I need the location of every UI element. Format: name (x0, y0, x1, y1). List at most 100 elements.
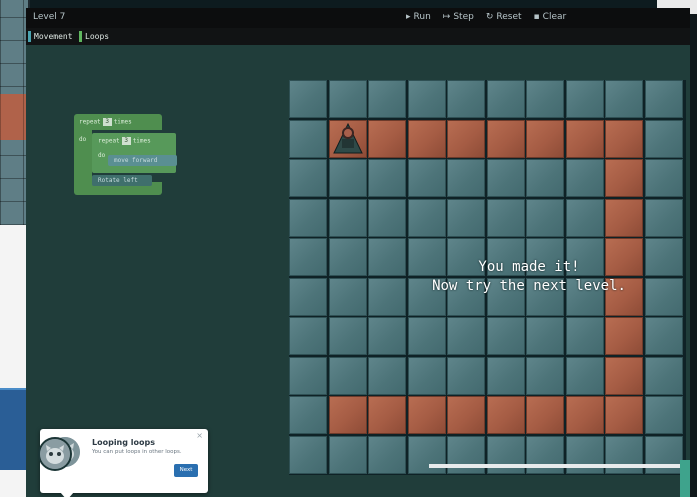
run-button[interactable]: ▸ Run (406, 12, 431, 22)
title-bar: Level 7 ▸ Run ↦ Step ↻ Reset ▪ Clear (26, 8, 690, 28)
clear-button[interactable]: ▪ Clear (534, 12, 567, 22)
floor-tile (486, 198, 525, 237)
floor-tile (486, 80, 525, 118)
floor-tile (328, 435, 367, 474)
floor-tile (289, 119, 327, 158)
path-tile (407, 119, 446, 158)
floor-tile (368, 435, 406, 474)
floor-tile (289, 238, 327, 276)
path-tile (605, 317, 643, 355)
success-message: You made it! Now try the next level. (379, 258, 679, 296)
game-board: You made it! Now try the next level. (289, 80, 686, 475)
play-icon: ▸ (406, 12, 411, 22)
floor-tile (289, 435, 327, 474)
step-button[interactable]: ↦ Step (443, 12, 474, 22)
floor-tile (328, 356, 367, 395)
floor-tile (565, 317, 604, 355)
floor-tile (565, 80, 604, 118)
run-controls: ▸ Run ↦ Step ↻ Reset ▪ Clear (406, 12, 566, 22)
floor-tile (644, 159, 683, 197)
floor-tile (644, 317, 683, 355)
category-movement[interactable]: Movement (28, 31, 73, 42)
floor-tile (328, 238, 367, 276)
helper-avatar[interactable] (38, 437, 72, 471)
floor-tile (289, 317, 327, 355)
floor-tile (289, 159, 327, 197)
path-tile (526, 119, 564, 158)
floor-tile (368, 317, 406, 355)
floor-tile (565, 198, 604, 237)
floor-tile (526, 198, 564, 237)
move-forward-block[interactable]: move forward (108, 155, 177, 166)
floor-tile (644, 396, 683, 434)
path-tile (328, 396, 367, 434)
floor-tile (368, 198, 406, 237)
floor-tile (486, 356, 525, 395)
background-right-edge (689, 14, 697, 497)
path-tile (565, 119, 604, 158)
floor-tile (526, 159, 564, 197)
hint-message: You can put loops in other loops. (92, 449, 182, 455)
reset-button[interactable]: ↻ Reset (486, 12, 522, 22)
floor-tile (644, 80, 683, 118)
floor-tile (328, 159, 367, 197)
floor-tile (447, 80, 485, 118)
level-title: Level 7 (33, 12, 66, 22)
floor-tile (407, 198, 446, 237)
floor-tile (289, 277, 327, 316)
floor-tile (407, 317, 446, 355)
trash-icon: ▪ (533, 12, 540, 22)
floor-tile (328, 317, 367, 355)
floor-tile (368, 356, 406, 395)
path-tile (605, 198, 643, 237)
floor-tile (565, 159, 604, 197)
game-window: Level 7 ▸ Run ↦ Step ↻ Reset ▪ Clear Movemen… (26, 8, 690, 497)
background-brick-strip (0, 94, 28, 140)
floor-tile (605, 80, 643, 118)
floor-tile (565, 356, 604, 395)
path-tile (486, 396, 525, 434)
path-tile (368, 119, 406, 158)
step-icon: ↦ (442, 12, 451, 22)
floor-tile (644, 119, 683, 158)
floor-tile (368, 159, 406, 197)
floor-tile (526, 356, 564, 395)
floor-tile (328, 80, 367, 118)
path-tile (407, 396, 446, 434)
path-tile (565, 396, 604, 434)
floor-tile (407, 159, 446, 197)
success-line-1: You made it! (478, 259, 580, 275)
path-tile (605, 396, 643, 434)
path-tile (368, 396, 406, 434)
rotate-left-block[interactable]: Rotate left (92, 175, 152, 186)
floor-tile (644, 356, 683, 395)
inner-repeat-block[interactable]: repeat 3 times do (92, 133, 176, 173)
floor-tile (447, 159, 485, 197)
block-toolbox: Movement Loops (26, 28, 690, 45)
path-tile (447, 396, 485, 434)
path-tile (605, 159, 643, 197)
floor-tile (368, 80, 406, 118)
floor-tile (526, 80, 564, 118)
robot-icon (332, 122, 363, 153)
floor-tile (289, 356, 327, 395)
loops-color-swatch (79, 31, 82, 42)
floor-tile (486, 317, 525, 355)
floor-tile (289, 198, 327, 237)
path-tile (605, 119, 643, 158)
floor-tile (407, 80, 446, 118)
path-tile (526, 396, 564, 434)
workspace: repeat 3 times do repeat 3 times do move for… (26, 45, 690, 497)
floor-tile (486, 159, 525, 197)
outer-repeat-count[interactable]: 3 (102, 118, 112, 126)
floor-tile (447, 356, 485, 395)
floor-tile (407, 356, 446, 395)
category-loops[interactable]: Loops (79, 31, 109, 42)
movement-color-swatch (28, 31, 31, 42)
close-icon[interactable]: × (196, 431, 203, 440)
floor-tile (289, 396, 327, 434)
corner-accent (680, 460, 690, 497)
inner-repeat-count[interactable]: 3 (121, 137, 131, 145)
next-button[interactable]: Next (174, 464, 198, 477)
bottom-panel-edge (429, 464, 689, 468)
